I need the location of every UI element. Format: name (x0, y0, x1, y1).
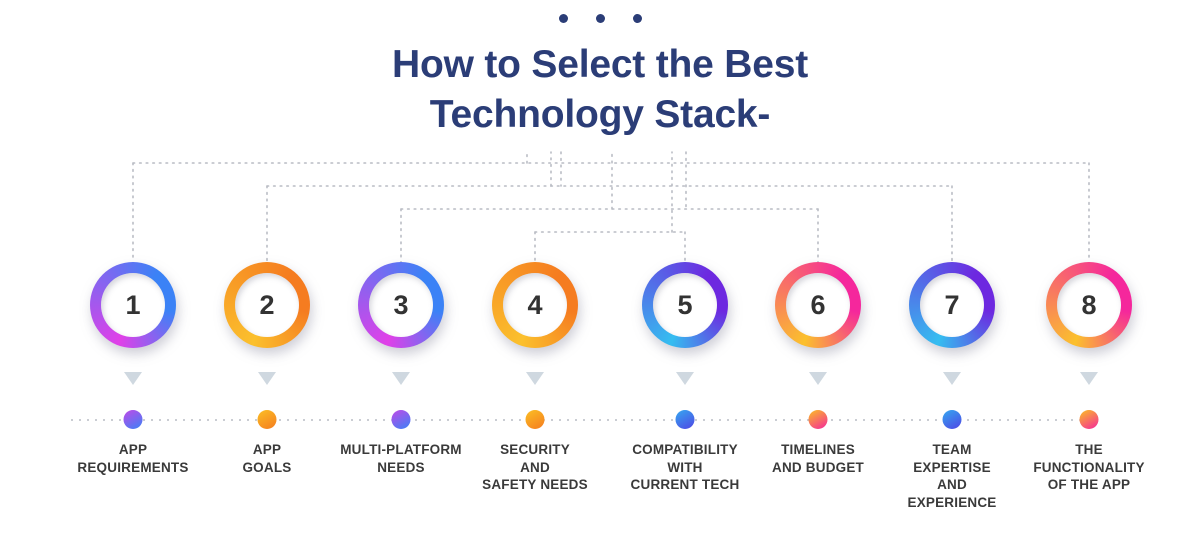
timeline-node-dot-6 (808, 410, 828, 429)
step-label-line: THE (1075, 442, 1103, 457)
step-label-line: OF THE APP (1047, 477, 1131, 492)
step-label-line: FUNCTIONALITY (1033, 459, 1145, 475)
step-label-8: THE FUNCTIONALITY OF THE APP (994, 441, 1184, 494)
infographic-canvas: How to Select the Best Technology Stack- … (0, 0, 1200, 551)
timeline-node-dot-7 (942, 410, 962, 429)
timeline-node-dot-5 (675, 410, 695, 429)
step-label-line: EXPERIENCE (907, 494, 997, 510)
timeline-node-dot-8 (1079, 410, 1099, 429)
timeline-node-dot-4 (525, 410, 545, 429)
timeline-node-dot-1 (123, 410, 143, 429)
timeline-node-dot-2 (257, 410, 277, 429)
timeline-node-dot-3 (391, 410, 411, 429)
step-label-line: CURRENT TECH (630, 477, 740, 492)
